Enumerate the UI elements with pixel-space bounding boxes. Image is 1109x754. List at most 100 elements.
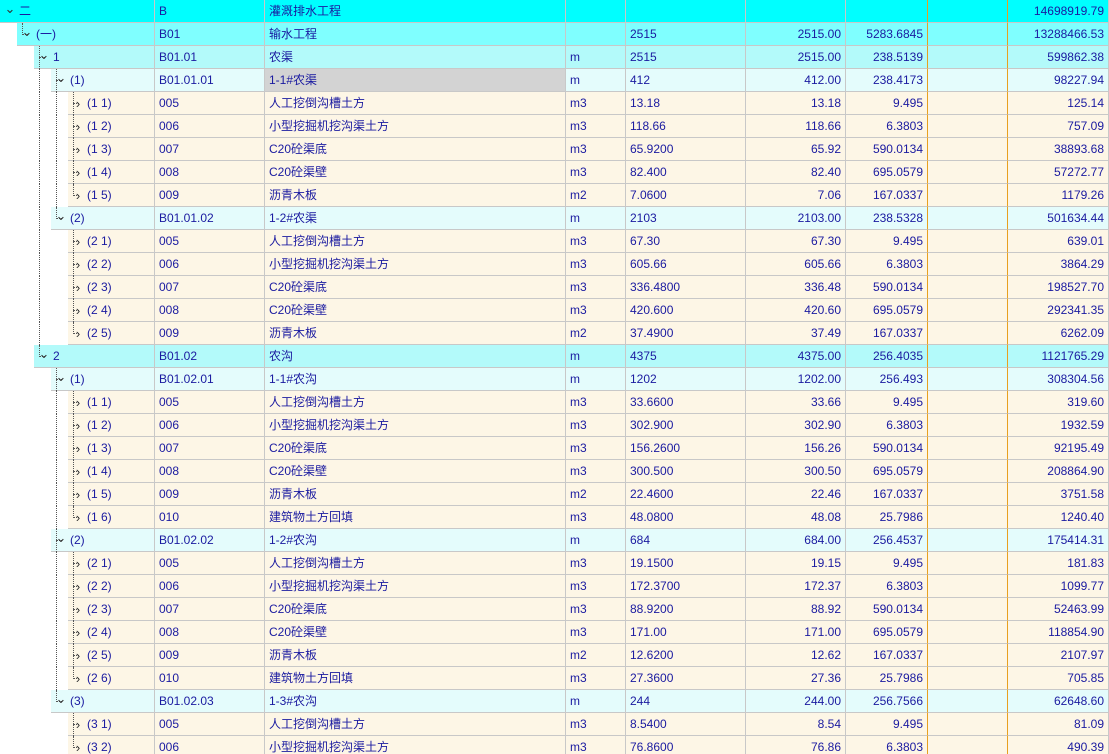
tree-group-row[interactable]: ⌄ (1) B01.02.01 1-1#农沟 m 1202 1202.00 256.493 30… — [0, 368, 1109, 391]
name-cell[interactable]: C20砼渠底 — [265, 276, 566, 299]
chevron-right-icon[interactable]: › — [72, 621, 84, 644]
tree-group-row[interactable]: ⌄ 2 B01.02 农沟 m 4375 4375.00 256.4035 1121765.29 — [0, 345, 1109, 368]
name-cell[interactable]: 沥青木板 — [265, 644, 566, 667]
name-cell[interactable]: 1-1#农渠 — [265, 69, 566, 92]
name-cell[interactable]: 1-2#农沟 — [265, 529, 566, 552]
chevron-right-icon[interactable]: › — [72, 552, 84, 575]
chevron-right-icon[interactable]: › — [72, 322, 84, 345]
chevron-right-icon[interactable]: › — [72, 667, 84, 690]
name-cell[interactable]: 建筑物土方回填 — [265, 667, 566, 690]
chevron-right-icon[interactable]: › — [72, 92, 84, 115]
name-cell[interactable]: 1-1#农沟 — [265, 368, 566, 391]
name-cell[interactable]: 人工挖倒沟槽土方 — [265, 713, 566, 736]
table-row[interactable]: › (1 2) 006 小型挖掘机挖沟渠土方 m3 302.900 302.90 6.3803… — [0, 414, 1109, 437]
chevron-down-icon[interactable]: ⌄ — [38, 345, 50, 368]
chevron-down-icon[interactable]: ⌄ — [55, 207, 67, 230]
table-row[interactable]: › (2 4) 008 C20砼渠壁 m3 171.00 171.00 695.0579 118… — [0, 621, 1109, 644]
chevron-right-icon[interactable]: › — [72, 483, 84, 506]
name-cell[interactable]: 小型挖掘机挖沟渠土方 — [265, 736, 566, 754]
chevron-right-icon[interactable]: › — [72, 230, 84, 253]
table-row[interactable]: › (3 1) 005 人工挖倒沟槽土方 m3 8.5400 8.54 9.495 81.09 — [0, 713, 1109, 736]
table-row[interactable]: › (1 5) 009 沥青木板 m2 7.0600 7.06 167.0337 1179.26 — [0, 184, 1109, 207]
chevron-right-icon[interactable]: › — [72, 460, 84, 483]
table-row[interactable]: › (1 2) 006 小型挖掘机挖沟渠土方 m3 118.66 118.66 6.3803 7… — [0, 115, 1109, 138]
chevron-right-icon[interactable]: › — [72, 713, 84, 736]
chevron-down-icon[interactable]: ⌄ — [4, 0, 16, 23]
tree-group-row[interactable]: ⌄ (1) B01.01.01 1-1#农渠 m 412 412.00 238.4173 982… — [0, 69, 1109, 92]
name-cell[interactable]: 1-3#农沟 — [265, 690, 566, 713]
name-cell[interactable]: C20砼渠壁 — [265, 161, 566, 184]
chevron-right-icon[interactable]: › — [72, 253, 84, 276]
name-cell[interactable]: 农沟 — [265, 345, 566, 368]
table-row[interactable]: › (1 3) 007 C20砼渠底 m3 65.9200 65.92 590.0134 388… — [0, 138, 1109, 161]
chevron-right-icon[interactable]: › — [72, 414, 84, 437]
chevron-right-icon[interactable]: › — [72, 437, 84, 460]
name-cell[interactable]: 小型挖掘机挖沟渠土方 — [265, 414, 566, 437]
chevron-right-icon[interactable]: › — [72, 138, 84, 161]
table-row[interactable]: › (2 4) 008 C20砼渠壁 m3 420.600 420.60 695.0579 29… — [0, 299, 1109, 322]
name-cell[interactable]: C20砼渠底 — [265, 598, 566, 621]
table-row[interactable]: › (1 5) 009 沥青木板 m2 22.4600 22.46 167.0337 3751.… — [0, 483, 1109, 506]
chevron-down-icon[interactable]: ⌄ — [55, 690, 67, 713]
name-cell[interactable]: 人工挖倒沟槽土方 — [265, 552, 566, 575]
table-row[interactable]: › (1 4) 008 C20砼渠壁 m3 300.500 300.50 695.0579 20… — [0, 460, 1109, 483]
name-cell[interactable]: 农渠 — [265, 46, 566, 69]
table-row[interactable]: › (2 3) 007 C20砼渠底 m3 336.4800 336.48 590.0134 1… — [0, 276, 1109, 299]
tree-group-row[interactable]: ⌄ 二 B 灌溉排水工程 14698919.79 — [0, 0, 1109, 23]
table-row[interactable]: › (2 2) 006 小型挖掘机挖沟渠土方 m3 172.3700 172.37 6.380… — [0, 575, 1109, 598]
name-cell[interactable]: 人工挖倒沟槽土方 — [265, 230, 566, 253]
chevron-right-icon[interactable]: › — [72, 644, 84, 667]
chevron-right-icon[interactable]: › — [72, 299, 84, 322]
name-cell[interactable]: 沥青木板 — [265, 184, 566, 207]
table-row[interactable]: › (2 5) 009 沥青木板 m2 12.6200 12.62 167.0337 2107.… — [0, 644, 1109, 667]
cost-tree-grid[interactable]: ⌄ 二 B 灌溉排水工程 14698919.79 ⌄ (一) B01 输水工程 2515 2515.… — [0, 0, 1109, 754]
chevron-down-icon[interactable]: ⌄ — [38, 46, 50, 69]
name-cell[interactable]: 人工挖倒沟槽土方 — [265, 92, 566, 115]
chevron-right-icon[interactable]: › — [72, 736, 84, 754]
name-cell[interactable]: 灌溉排水工程 — [265, 0, 566, 23]
name-cell[interactable]: C20砼渠壁 — [265, 621, 566, 644]
chevron-right-icon[interactable]: › — [72, 115, 84, 138]
name-cell[interactable]: 建筑物土方回填 — [265, 506, 566, 529]
table-row[interactable]: › (1 4) 008 C20砼渠壁 m3 82.400 82.40 695.0579 5727… — [0, 161, 1109, 184]
chevron-right-icon[interactable]: › — [72, 506, 84, 529]
chevron-right-icon[interactable]: › — [72, 184, 84, 207]
name-cell[interactable]: C20砼渠壁 — [265, 299, 566, 322]
table-row[interactable]: › (2 2) 006 小型挖掘机挖沟渠土方 m3 605.66 605.66 6.3803 3… — [0, 253, 1109, 276]
name-cell[interactable]: C20砼渠底 — [265, 138, 566, 161]
chevron-right-icon[interactable]: › — [72, 598, 84, 621]
table-row[interactable]: › (2 1) 005 人工挖倒沟槽土方 m3 67.30 67.30 9.495 639.01 — [0, 230, 1109, 253]
chevron-down-icon[interactable]: ⌄ — [21, 23, 33, 46]
name-cell[interactable]: 小型挖掘机挖沟渠土方 — [265, 575, 566, 598]
tree-group-row[interactable]: ⌄ (2) B01.01.02 1-2#农渠 m 2103 2103.00 238.5328 5… — [0, 207, 1109, 230]
chevron-down-icon[interactable]: ⌄ — [55, 69, 67, 92]
name-cell[interactable]: 沥青木板 — [265, 483, 566, 506]
tree-group-row[interactable]: ⌄ 1 B01.01 农渠 m 2515 2515.00 238.5139 599862.38 — [0, 46, 1109, 69]
name-cell[interactable]: 1-2#农渠 — [265, 207, 566, 230]
chevron-right-icon[interactable]: › — [72, 575, 84, 598]
tree-group-row[interactable]: ⌄ (一) B01 输水工程 2515 2515.00 5283.6845 13288466.… — [0, 23, 1109, 46]
name-cell[interactable]: 沥青木板 — [265, 322, 566, 345]
chevron-down-icon[interactable]: ⌄ — [55, 368, 67, 391]
chevron-right-icon[interactable]: › — [72, 391, 84, 414]
table-row[interactable]: › (3 2) 006 小型挖掘机挖沟渠土方 m3 76.8600 76.86 6.3803 4… — [0, 736, 1109, 754]
table-row[interactable]: › (1 1) 005 人工挖倒沟槽土方 m3 33.6600 33.66 9.495 319.… — [0, 391, 1109, 414]
name-cell[interactable]: 小型挖掘机挖沟渠土方 — [265, 115, 566, 138]
table-row[interactable]: › (1 3) 007 C20砼渠底 m3 156.2600 156.26 590.0134 9… — [0, 437, 1109, 460]
name-cell[interactable]: 人工挖倒沟槽土方 — [265, 391, 566, 414]
chevron-right-icon[interactable]: › — [72, 161, 84, 184]
tree-group-row[interactable]: ⌄ (2) B01.02.02 1-2#农沟 m 684 684.00 256.4537 175… — [0, 529, 1109, 552]
name-cell[interactable]: 输水工程 — [265, 23, 566, 46]
table-row[interactable]: › (1 6) 010 建筑物土方回填 m3 48.0800 48.08 25.7986 124… — [0, 506, 1109, 529]
table-row[interactable]: › (2 5) 009 沥青木板 m2 37.4900 37.49 167.0337 6262.… — [0, 322, 1109, 345]
table-row[interactable]: › (1 1) 005 人工挖倒沟槽土方 m3 13.18 13.18 9.495 125.14 — [0, 92, 1109, 115]
name-cell[interactable]: C20砼渠底 — [265, 437, 566, 460]
table-row[interactable]: › (2 1) 005 人工挖倒沟槽土方 m3 19.1500 19.15 9.495 181.… — [0, 552, 1109, 575]
chevron-down-icon[interactable]: ⌄ — [55, 529, 67, 552]
table-row[interactable]: › (2 3) 007 C20砼渠底 m3 88.9200 88.92 590.0134 524… — [0, 598, 1109, 621]
tree-group-row[interactable]: ⌄ (3) B01.02.03 1-3#农沟 m 244 244.00 256.7566 626… — [0, 690, 1109, 713]
name-cell[interactable]: 小型挖掘机挖沟渠土方 — [265, 253, 566, 276]
table-row[interactable]: › (2 6) 010 建筑物土方回填 m3 27.3600 27.36 25.7986 705… — [0, 667, 1109, 690]
chevron-right-icon[interactable]: › — [72, 276, 84, 299]
name-cell[interactable]: C20砼渠壁 — [265, 460, 566, 483]
